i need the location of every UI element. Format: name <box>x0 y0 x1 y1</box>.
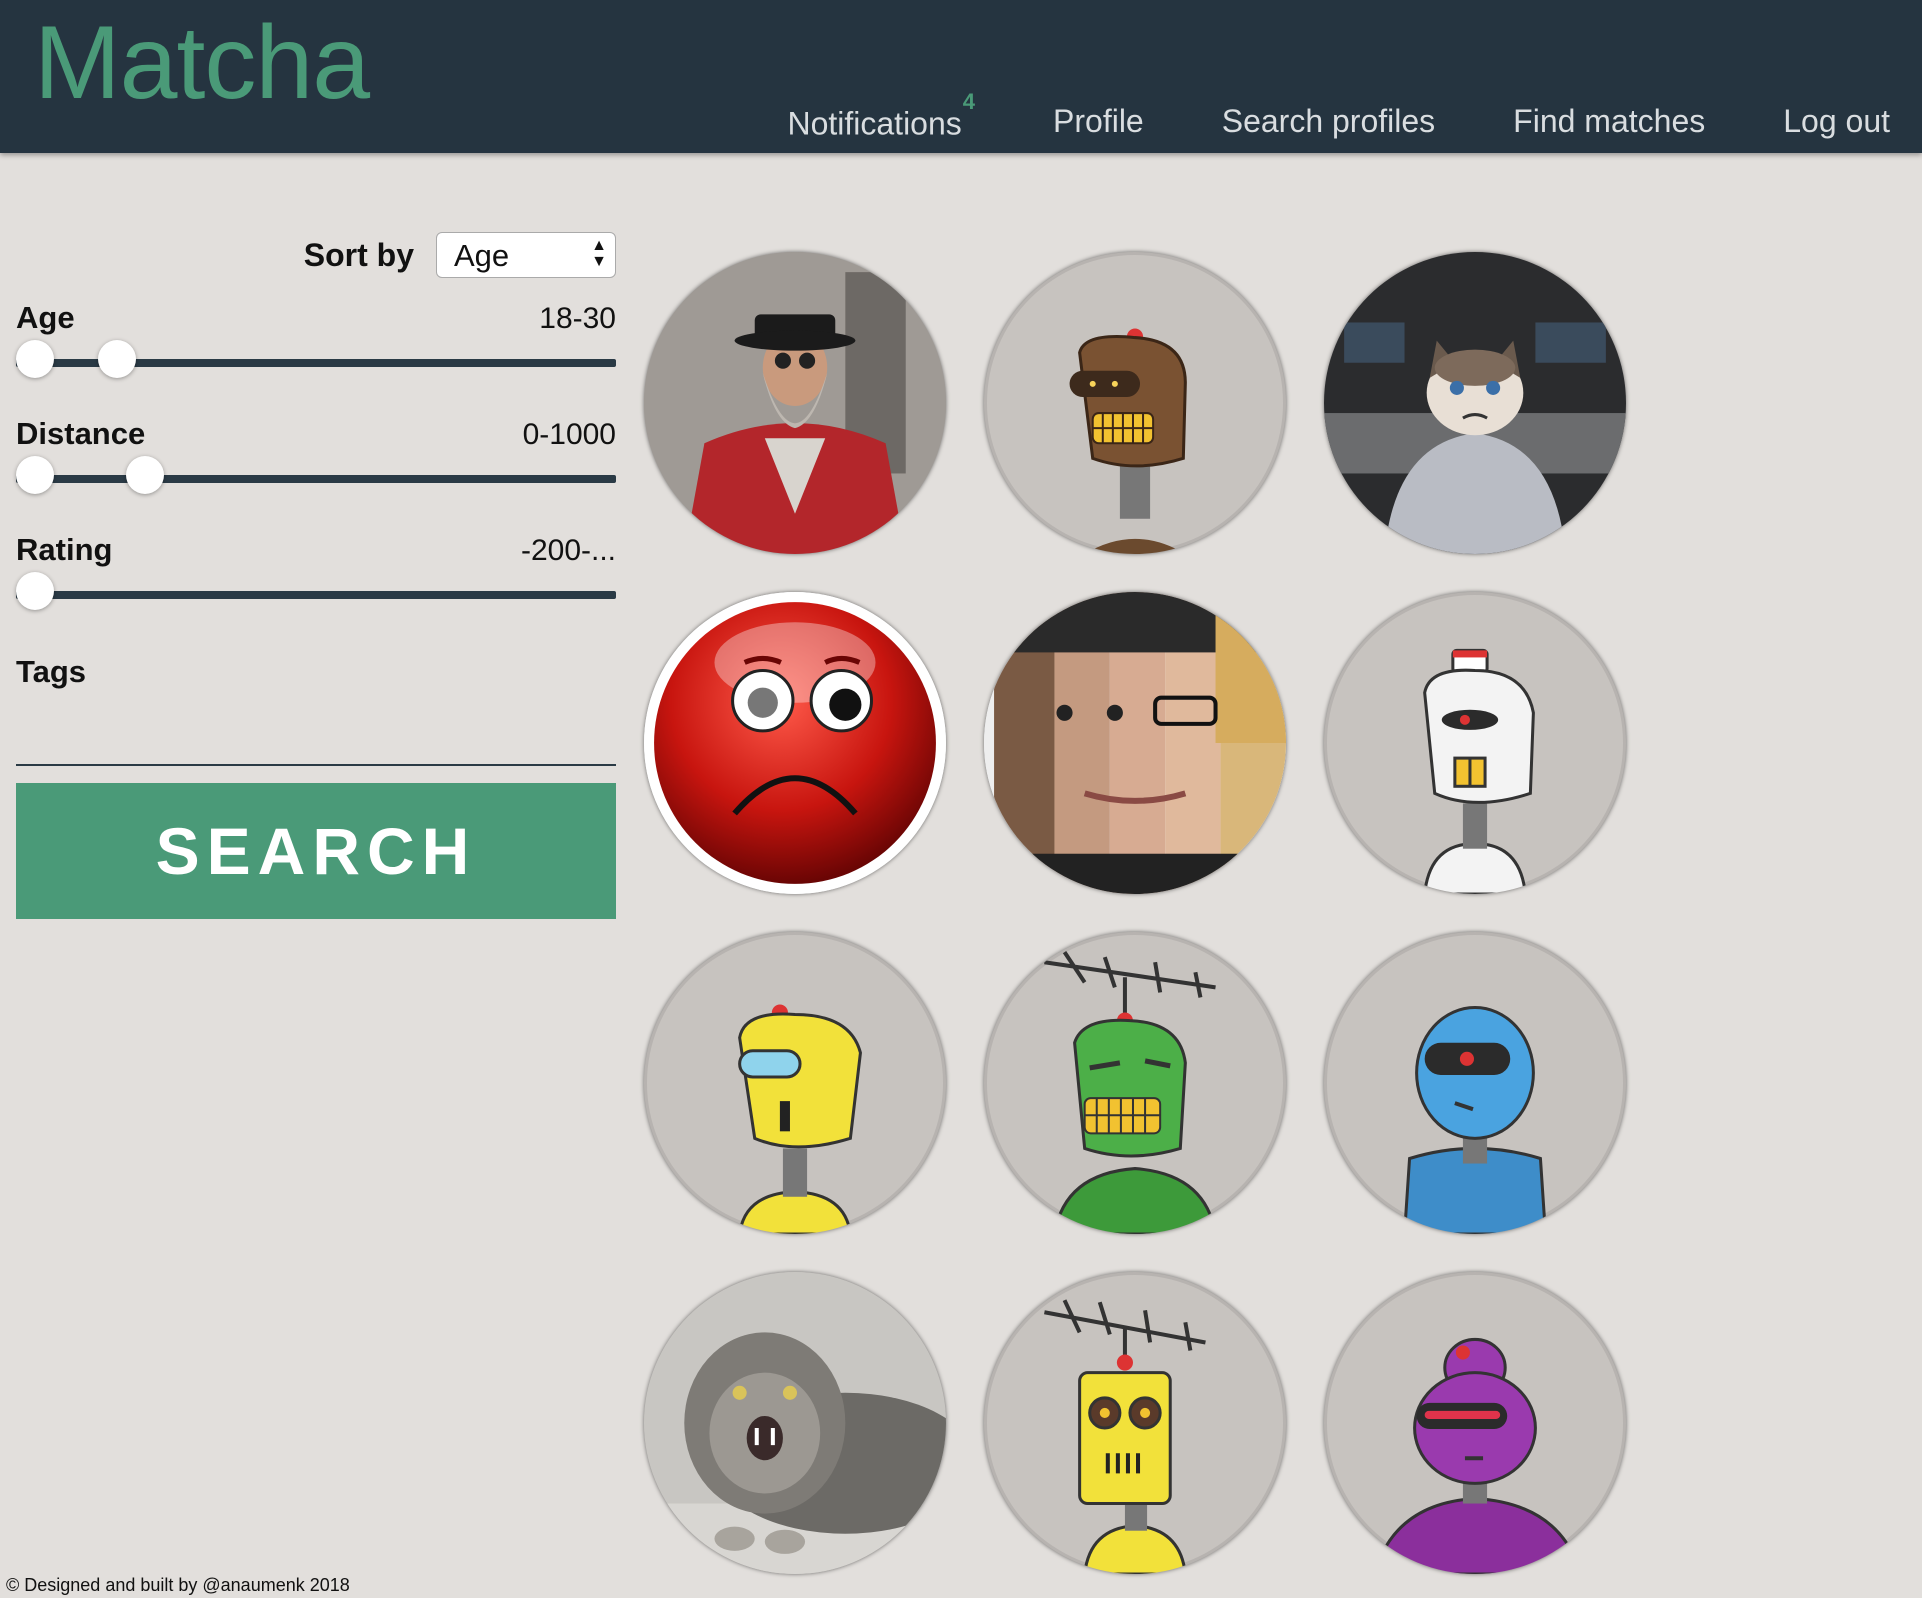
nav-notifications[interactable]: Notifications4 <box>787 89 975 143</box>
rating-label: Rating <box>16 532 113 567</box>
profile-card[interactable] <box>1324 252 1626 554</box>
profile-card[interactable] <box>644 932 946 1234</box>
profile-card[interactable] <box>984 932 1286 1234</box>
footer-credit: © Designed and built by @anaumenk 2018 <box>6 1575 350 1595</box>
sort-row: Sort by Age ▲ ▼ <box>16 230 616 280</box>
age-range-value: 18-30 <box>539 302 616 335</box>
purple-robot-avatar <box>1372 1337 1583 1574</box>
white-robot-avatar <box>1423 648 1535 894</box>
distance-range-value: 0-1000 <box>522 418 616 451</box>
profile-card[interactable] <box>644 592 946 894</box>
nav-search-profiles[interactable]: Search profiles <box>1222 103 1435 143</box>
yellow-antenna-robot-avatar <box>1044 1299 1206 1574</box>
nav-log-out[interactable]: Log out <box>1783 103 1890 143</box>
green-robot-avatar <box>1044 951 1218 1234</box>
age-slider-min-handle[interactable] <box>16 340 54 378</box>
rating-range-value: -200-... <box>520 534 616 567</box>
profile-card[interactable] <box>984 592 1286 894</box>
distance-slider-max-handle[interactable] <box>126 456 164 494</box>
distance-label: Distance <box>16 416 146 451</box>
notifications-count-badge: 4 <box>962 89 976 114</box>
nav-profile[interactable]: Profile <box>1053 103 1144 143</box>
age-slider-max-handle[interactable] <box>98 340 136 378</box>
profile-card[interactable] <box>1324 592 1626 894</box>
filter-sidebar: Sort by Age ▲ ▼ Age 18-30 Distance 0-1000… <box>16 230 616 919</box>
profile-card[interactable] <box>1324 1272 1626 1574</box>
distance-slider-track[interactable] <box>16 475 616 483</box>
grumpy-cat-avatar <box>1324 252 1626 554</box>
distance-slider-min-handle[interactable] <box>16 456 54 494</box>
sort-select[interactable]: Age ▲ ▼ <box>436 232 616 278</box>
tags-filter: Tags <box>16 628 616 783</box>
distance-filter: Distance 0-1000 <box>16 396 616 512</box>
main-nav: Notifications4 Profile Search profiles F… <box>787 89 1890 143</box>
brown-robot-avatar <box>1069 328 1187 554</box>
faces-collage-avatar <box>984 592 1286 894</box>
sort-selected-value: Age <box>454 238 510 273</box>
select-arrows-icon: ▲ ▼ <box>591 237 607 270</box>
nav-notifications-label: Notifications <box>787 105 962 142</box>
age-filter: Age 18-30 <box>16 280 616 396</box>
profile-card[interactable] <box>1324 932 1626 1234</box>
profile-card[interactable] <box>644 1272 946 1574</box>
sort-label: Sort by <box>303 236 414 273</box>
rating-filter: Rating -200-... <box>16 512 616 628</box>
tags-label: Tags <box>16 654 87 689</box>
top-navbar: Matcha Notifications4 Profile Search pro… <box>0 0 1922 153</box>
blue-robot-avatar <box>1403 1005 1547 1234</box>
profile-grid <box>644 252 1626 1574</box>
rating-slider-track[interactable] <box>16 591 616 599</box>
sad-face-avatar <box>644 592 946 894</box>
search-button[interactable]: SEARCH <box>16 783 616 919</box>
age-label: Age <box>16 300 75 335</box>
tags-input[interactable] <box>16 724 616 766</box>
profile-card[interactable] <box>984 1272 1286 1574</box>
nav-find-matches[interactable]: Find matches <box>1513 103 1705 143</box>
profile-card[interactable] <box>644 252 946 554</box>
profile-card[interactable] <box>984 252 1286 554</box>
pallas-cat-avatar <box>644 1272 946 1574</box>
bearded-man-avatar <box>644 252 946 554</box>
yellow-robot-avatar <box>738 1004 862 1234</box>
rating-slider-handle[interactable] <box>16 572 54 610</box>
app-logo[interactable]: Matcha <box>34 6 370 121</box>
